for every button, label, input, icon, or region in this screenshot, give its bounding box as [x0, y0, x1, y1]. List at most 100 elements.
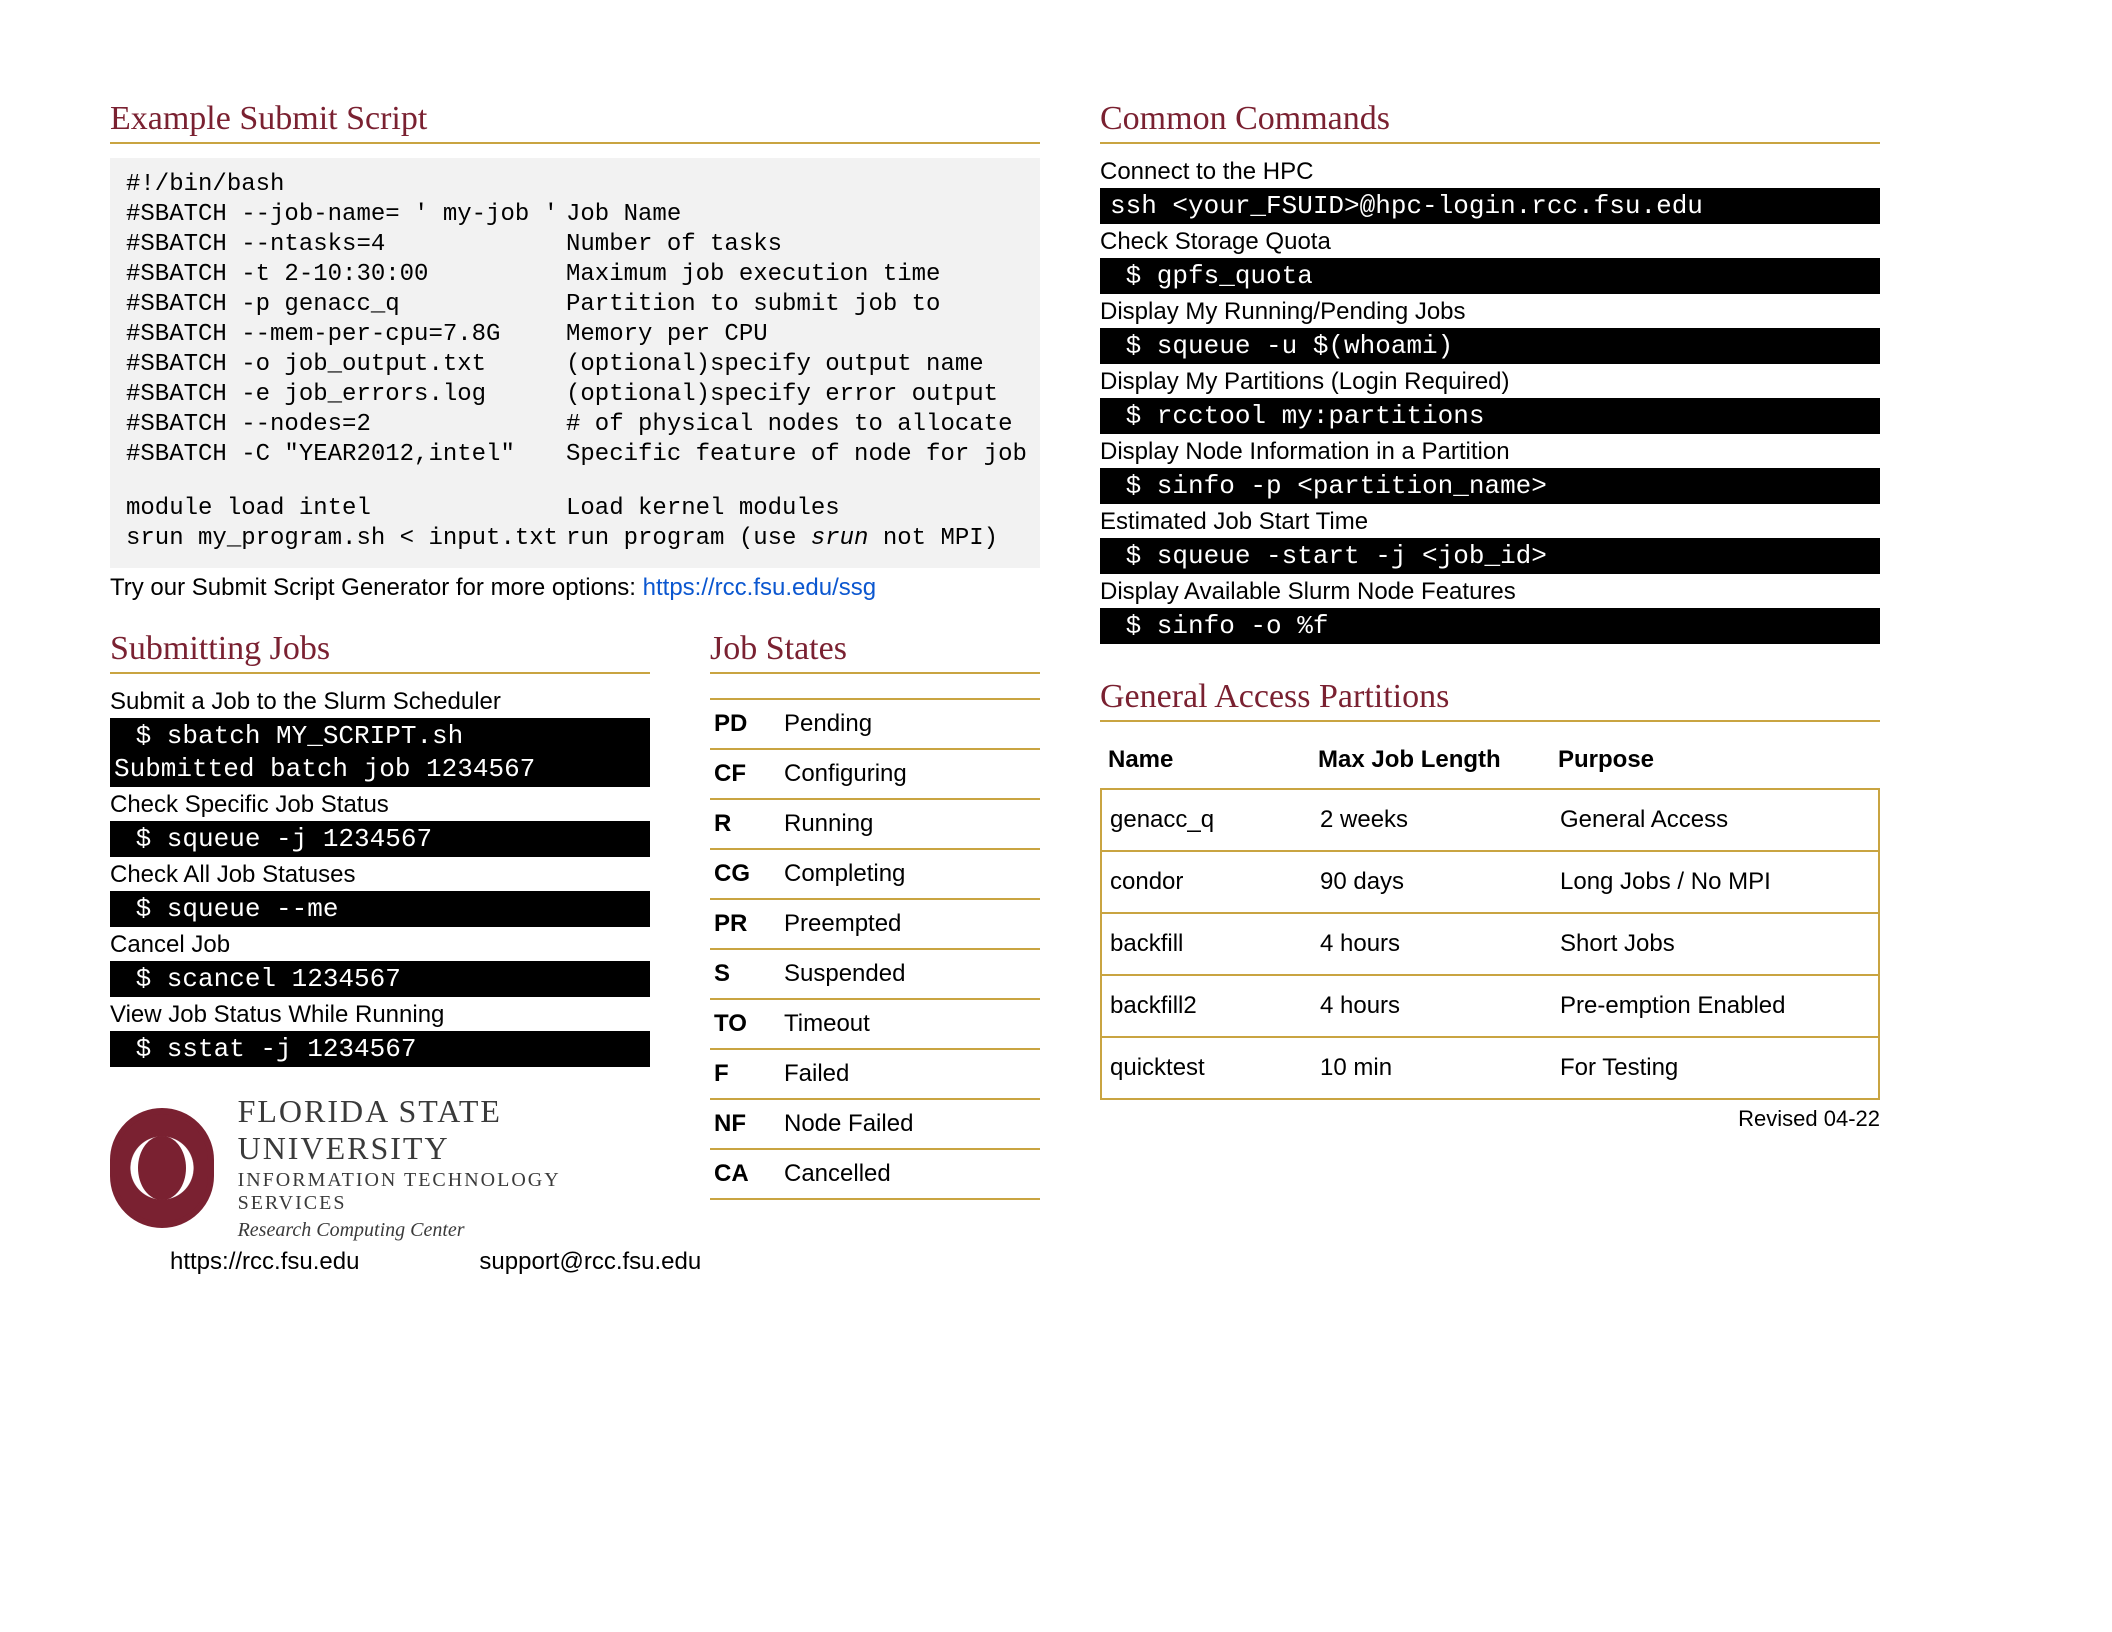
fsu-line2: INFORMATION TECHNOLOGY SERVICES — [238, 1169, 650, 1215]
script-line-right: Number of tasks — [566, 230, 1027, 260]
contact-row: https://rcc.fsu.edu support@rcc.fsu.edu — [110, 1248, 650, 1276]
job-state-code: NF — [714, 1110, 784, 1138]
command-box: $ squeue -start -j <job_id> — [1100, 538, 1880, 574]
job-state-code: F — [714, 1060, 784, 1088]
script-line-right: run program (use srun not MPI) — [566, 524, 1027, 554]
partition-cell: backfill2 — [1110, 992, 1320, 1020]
partition-cell: 90 days — [1320, 868, 1560, 896]
command-label: Check Specific Job Status — [110, 791, 650, 819]
job-state-row: RRunning — [710, 800, 1040, 850]
partition-row: backfill24 hoursPre-emption Enabled — [1102, 976, 1878, 1038]
job-state-desc: Running — [784, 810, 1040, 838]
command-label: View Job Status While Running — [110, 1001, 650, 1029]
script-line-left: #SBATCH --ntasks=4 — [126, 230, 546, 260]
command-label: Submit a Job to the Slurm Scheduler — [110, 688, 650, 716]
job-state-desc: Timeout — [784, 1010, 1040, 1038]
partition-cell: 4 hours — [1320, 992, 1560, 1020]
partition-cell: Long Jobs / No MPI — [1560, 868, 1870, 896]
section-title-script: Example Submit Script — [110, 100, 1040, 144]
fsu-text: FLORIDA STATE UNIVERSITY INFORMATION TEC… — [238, 1093, 650, 1242]
job-state-row: PRPreempted — [710, 900, 1040, 950]
partition-cell: General Access — [1560, 806, 1870, 834]
job-state-code: CF — [714, 760, 784, 788]
fsu-line1: FLORIDA STATE UNIVERSITY — [238, 1093, 650, 1167]
job-state-desc: Cancelled — [784, 1160, 1040, 1188]
script-line-right: # of physical nodes to allocate — [566, 410, 1027, 440]
partition-cell: quicktest — [1110, 1054, 1320, 1082]
script-line-left: #SBATCH -p genacc_q — [126, 290, 546, 320]
contact-url[interactable]: https://rcc.fsu.edu — [170, 1248, 359, 1276]
script-line-right: Partition to submit job to — [566, 290, 1027, 320]
script-line-left: #SBATCH -C "YEAR2012,intel" — [126, 440, 546, 470]
partition-cell: 10 min — [1320, 1054, 1560, 1082]
script-body: #!/bin/bash#SBATCH --job-name= ' my-job … — [110, 158, 1040, 568]
script-line-right — [566, 170, 1027, 200]
job-states: Job States PDPendingCFConfiguringRRunnin… — [710, 630, 1040, 1276]
partition-cell: 2 weeks — [1320, 806, 1560, 834]
job-state-code: TO — [714, 1010, 784, 1038]
job-state-row: NFNode Failed — [710, 1100, 1040, 1150]
job-state-row: PDPending — [710, 700, 1040, 750]
job-state-desc: Pending — [784, 710, 1040, 738]
command-label: Display Available Slurm Node Features — [1100, 578, 1880, 606]
ssg-line: Try our Submit Script Generator for more… — [110, 568, 1040, 602]
command-box: ssh <your_FSUID>@hpc-login.rcc.fsu.edu — [1100, 188, 1880, 224]
job-state-desc: Configuring — [784, 760, 1040, 788]
submitting-jobs: Submitting Jobs Submit a Job to the Slur… — [110, 630, 650, 1276]
job-state-row: CGCompleting — [710, 850, 1040, 900]
partition-cell: Pre-emption Enabled — [1560, 992, 1870, 1020]
partitions-body: genacc_q2 weeksGeneral Accesscondor90 da… — [1100, 788, 1880, 1100]
partitions-header: Name Max Job Length Purpose — [1100, 736, 1880, 788]
script-line-left: srun my_program.sh < input.txt — [126, 524, 546, 554]
script-line-left: #!/bin/bash — [126, 170, 546, 200]
command-box: $ sinfo -p <partition_name> — [1100, 468, 1880, 504]
command-box: $ scancel 1234567 — [110, 961, 650, 997]
contact-email[interactable]: support@rcc.fsu.edu — [479, 1248, 701, 1276]
command-box: $ gpfs_quota — [1100, 258, 1880, 294]
script-line-right: Load kernel modules — [566, 494, 1027, 524]
command-label: Connect to the HPC — [1100, 158, 1880, 186]
job-state-code: CA — [714, 1160, 784, 1188]
script-line-left: #SBATCH --mem-per-cpu=7.8G — [126, 320, 546, 350]
command-label: Cancel Job — [110, 931, 650, 959]
partition-row: condor90 daysLong Jobs / No MPI — [1102, 852, 1878, 914]
command-label: Estimated Job Start Time — [1100, 508, 1880, 536]
partition-cell: condor — [1110, 868, 1320, 896]
command-box: $ sinfo -o %f — [1100, 608, 1880, 644]
job-state-desc: Suspended — [784, 960, 1040, 988]
partition-cell: backfill — [1110, 930, 1320, 958]
script-line-left: #SBATCH -t 2-10:30:00 — [126, 260, 546, 290]
command-box: $ squeue -u $(whoami) — [1100, 328, 1880, 364]
command-label: Check All Job Statuses — [110, 861, 650, 889]
command-label: Display My Partitions (Login Required) — [1100, 368, 1880, 396]
script-line-right: Memory per CPU — [566, 320, 1027, 350]
job-state-row: FFailed — [710, 1050, 1040, 1100]
partitions-head-name: Name — [1108, 746, 1318, 774]
footer-block: FLORIDA STATE UNIVERSITY INFORMATION TEC… — [110, 1093, 650, 1242]
ssg-text: Try our Submit Script Generator for more… — [110, 574, 643, 601]
section-title-states: Job States — [710, 630, 1040, 674]
script-line-left: #SBATCH -o job_output.txt — [126, 350, 546, 380]
partition-cell: 4 hours — [1320, 930, 1560, 958]
partition-cell: For Testing — [1560, 1054, 1870, 1082]
command-output: Submitted batch job 1234567 — [110, 754, 650, 787]
job-state-row: SSuspended — [710, 950, 1040, 1000]
script-line-left: #SBATCH --job-name= ' my-job ' — [126, 200, 546, 230]
partitions-head-purpose: Purpose — [1558, 746, 1872, 774]
script-line-right: Maximum job execution time — [566, 260, 1027, 290]
ssg-link[interactable]: https://rcc.fsu.edu/ssg — [643, 574, 876, 601]
script-line-left: #SBATCH --nodes=2 — [126, 410, 546, 440]
script-line-left: module load intel — [126, 494, 546, 524]
command-box: $ sbatch MY_SCRIPT.sh — [110, 718, 650, 754]
partition-row: backfill4 hoursShort Jobs — [1102, 914, 1878, 976]
fsu-line3: Research Computing Center — [238, 1219, 650, 1242]
section-title-submitting: Submitting Jobs — [110, 630, 650, 674]
command-box: $ rcctool my:partitions — [1100, 398, 1880, 434]
command-box: $ squeue --me — [110, 891, 650, 927]
job-state-code: PD — [714, 710, 784, 738]
section-title-partitions: General Access Partitions — [1100, 678, 1880, 722]
job-state-code: R — [714, 810, 784, 838]
fsu-seal-icon — [110, 1108, 214, 1228]
script-line-right: (optional)specify error output — [566, 380, 1027, 410]
job-state-code: CG — [714, 860, 784, 888]
